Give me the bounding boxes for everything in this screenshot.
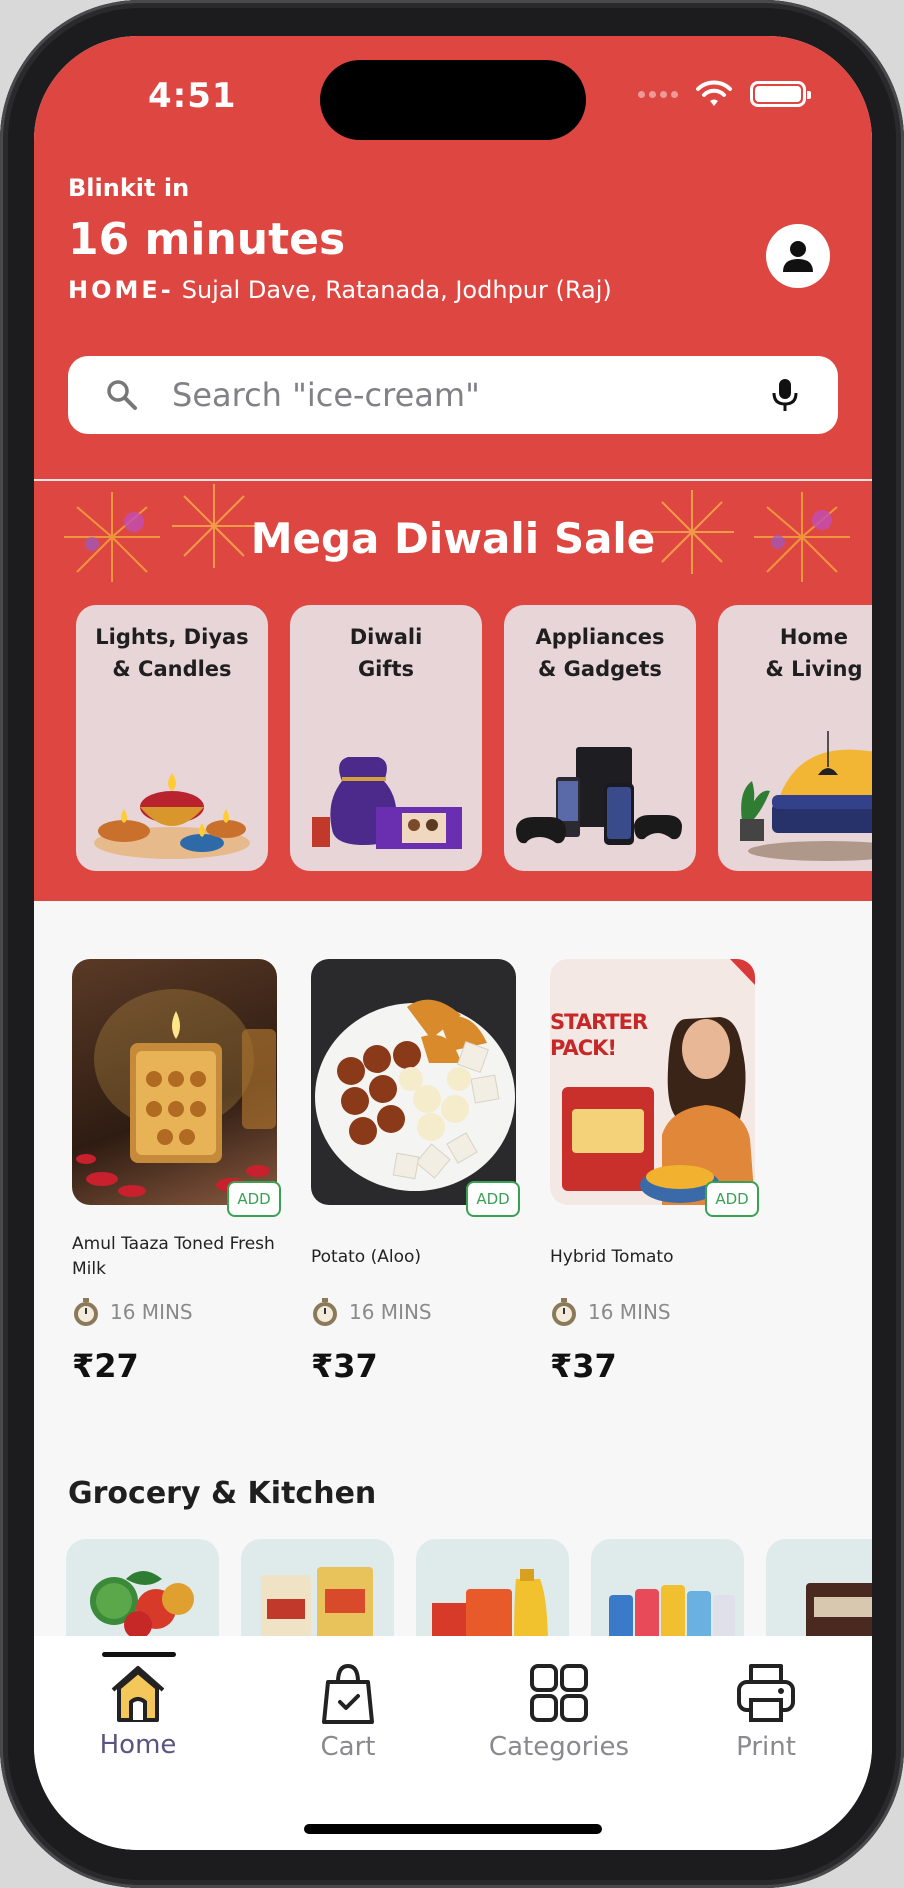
section-title: Grocery & Kitchen	[68, 1476, 377, 1511]
starter-pack-image	[562, 959, 755, 1205]
grocery-tile-dairy[interactable]	[591, 1539, 744, 1649]
address-label: HOME-	[68, 276, 174, 304]
product-image-text: STARTER PACK!	[550, 1010, 648, 1060]
tab-home[interactable]: Home	[68, 1660, 208, 1760]
tab-label: Cart	[320, 1732, 376, 1762]
gift-icon	[312, 757, 462, 849]
category-card-home-living[interactable]: Home & Living	[718, 605, 872, 871]
sofa-icon	[740, 731, 872, 861]
signal-icon	[638, 90, 678, 98]
active-tab-indicator	[102, 1652, 176, 1657]
delivery-eta: 16 MINS	[72, 1297, 277, 1327]
category-label: Appliances & Gadgets	[535, 625, 665, 681]
category-card-appliances[interactable]: Appliances & Gadgets	[504, 605, 696, 871]
grocery-category-row	[66, 1539, 872, 1649]
category-card-lights[interactable]: Lights, Diyas & Candles	[76, 605, 268, 871]
search-bar[interactable]: Search "ice-cream"	[68, 356, 838, 434]
header: 4:51 Blinkit in 16 minutes HOME- Sujal Da…	[34, 36, 872, 901]
grocery-tile-atta[interactable]	[241, 1539, 394, 1649]
product-image	[311, 959, 516, 1205]
tab-label: Home	[99, 1730, 177, 1760]
product-card[interactable]: ADD Potato (Aloo) 16 MINS ₹37	[311, 959, 520, 1385]
mic-icon[interactable]	[770, 377, 800, 413]
eta-text: 16 MINS	[110, 1300, 193, 1324]
home-icon	[111, 1666, 165, 1722]
stopwatch-icon	[74, 1298, 98, 1326]
grocery-tile-oil[interactable]	[416, 1539, 569, 1649]
shopping-bag-icon	[322, 1663, 374, 1724]
user-icon	[783, 241, 813, 272]
status-time: 4:51	[148, 76, 237, 116]
add-button[interactable]: ADD	[227, 1181, 281, 1217]
product-price: ₹37	[311, 1347, 378, 1385]
delivery-time: 16 minutes	[68, 214, 346, 265]
dynamic-island	[320, 60, 586, 140]
diya-icon	[94, 773, 250, 859]
category-card-gifts[interactable]: Diwali Gifts	[290, 605, 482, 871]
add-button[interactable]: ADD	[705, 1181, 759, 1217]
bottom-tab-bar: Home Cart Categories Print	[34, 1636, 872, 1850]
delivery-address[interactable]: HOME- Sujal Dave, Ratanada, Jodhpur (Raj)	[68, 276, 612, 304]
status-icons	[638, 80, 811, 108]
header-divider	[34, 479, 872, 481]
delivery-eta: 16 MINS	[550, 1297, 755, 1327]
category-label: Lights, Diyas & Candles	[95, 625, 249, 681]
grid-icon	[530, 1664, 588, 1722]
tab-label: Categories	[488, 1732, 630, 1762]
sweets-image	[315, 999, 515, 1191]
home-indicator	[304, 1824, 602, 1834]
product-card[interactable]: ADD Amul Taaza Toned Fresh Milk 16 MINS …	[72, 959, 281, 1385]
phone-frame: 4:51 Blinkit in 16 minutes HOME- Sujal Da…	[0, 0, 904, 1888]
tab-cart[interactable]: Cart	[278, 1660, 418, 1762]
eta-text: 16 MINS	[349, 1300, 432, 1324]
atta-image	[261, 1567, 373, 1649]
gadgets-icon	[516, 747, 682, 845]
grocery-tile-vegetables[interactable]	[66, 1539, 219, 1649]
snacks-image	[806, 1583, 872, 1649]
tab-categories[interactable]: Categories	[486, 1660, 632, 1762]
product-image	[72, 959, 277, 1205]
product-price: ₹37	[550, 1347, 617, 1385]
product-name: Hybrid Tomato	[550, 1246, 674, 1267]
product-list: ADD Amul Taaza Toned Fresh Milk 16 MINS …	[72, 959, 759, 1385]
wifi-icon	[696, 80, 732, 106]
app-screen: 4:51 Blinkit in 16 minutes HOME- Sujal Da…	[34, 36, 872, 1850]
product-price: ₹27	[72, 1347, 139, 1385]
product-image: STARTER PACK!	[550, 959, 755, 1205]
product-name: Amul Taaza Toned Fresh Milk	[72, 1234, 275, 1279]
grocery-tile-snacks[interactable]	[766, 1539, 872, 1649]
printer-icon	[737, 1664, 795, 1722]
tab-print[interactable]: Print	[696, 1660, 836, 1762]
vegetables-image	[90, 1571, 194, 1639]
eta-text: 16 MINS	[588, 1300, 671, 1324]
battery-icon	[750, 81, 811, 107]
add-button[interactable]: ADD	[466, 1181, 520, 1217]
profile-button[interactable]	[766, 224, 830, 288]
search-input[interactable]: Search "ice-cream"	[172, 376, 770, 414]
stopwatch-icon	[552, 1298, 576, 1326]
delivery-eta: 16 MINS	[311, 1297, 516, 1327]
sale-title: Mega Diwali Sale	[250, 514, 656, 563]
product-card[interactable]: STARTER PACK! ADD Hybrid Tomato 16 MINS …	[550, 959, 759, 1385]
dairy-image	[609, 1585, 735, 1649]
diwali-categories: Lights, Diyas & Candles Diwali Gifts App…	[76, 605, 872, 871]
address-text: Sujal Dave, Ratanada, Jodhpur (Raj)	[181, 276, 612, 304]
tab-label: Print	[736, 1732, 796, 1762]
product-name: Potato (Aloo)	[311, 1246, 422, 1267]
oil-image	[432, 1569, 548, 1649]
candle-image	[76, 989, 276, 1197]
stopwatch-icon	[313, 1298, 337, 1326]
category-label: Diwali Gifts	[349, 625, 423, 681]
category-label: Home & Living	[765, 625, 863, 681]
brand-line: Blinkit in	[68, 174, 190, 202]
search-icon	[107, 380, 137, 410]
